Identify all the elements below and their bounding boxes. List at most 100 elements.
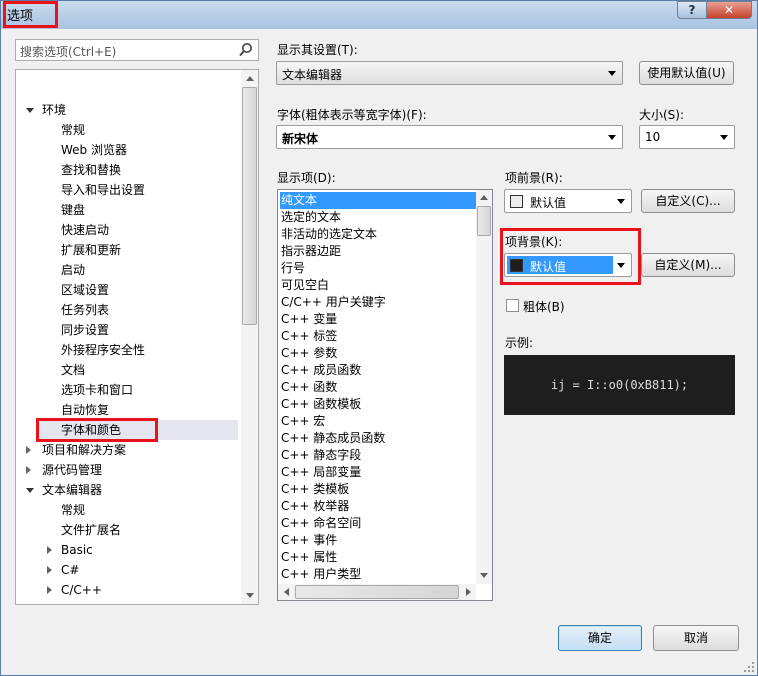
- tree-item[interactable]: CoffeeScript: [16, 600, 240, 604]
- display-list-item[interactable]: C++ 命名空间: [280, 515, 361, 532]
- collapsed-icon[interactable]: [47, 586, 52, 594]
- tree-item[interactable]: 文件扩展名: [16, 520, 240, 540]
- scroll-left-icon[interactable]: [283, 588, 291, 596]
- scroll-up-icon[interactable]: [246, 75, 254, 83]
- ok-button[interactable]: 确定: [558, 625, 642, 651]
- tree-item[interactable]: 选项卡和窗口: [16, 380, 240, 400]
- tree-item[interactable]: 外接程序安全性: [16, 340, 240, 360]
- display-list-item[interactable]: 可见空白: [280, 277, 329, 294]
- tree-item[interactable]: 查找和替换: [16, 160, 240, 180]
- background-custom-button[interactable]: 自定义(M)...: [641, 253, 735, 277]
- tree-item-label: 文件扩展名: [61, 523, 122, 537]
- tree-item-label: 查找和替换: [61, 163, 122, 177]
- tree-item-label: 键盘: [61, 203, 86, 217]
- tree-item[interactable]: 文档: [16, 360, 240, 380]
- tree-item[interactable]: 项目和解决方案: [16, 440, 240, 460]
- display-list-item[interactable]: 指示器边距: [280, 243, 341, 260]
- collapsed-icon[interactable]: [47, 566, 52, 574]
- tree-item[interactable]: C#: [16, 560, 240, 580]
- tree-item-label: 快速启动: [61, 223, 110, 237]
- foreground-combo[interactable]: 默认值: [504, 189, 632, 213]
- list-vscrollbar[interactable]: [476, 190, 492, 584]
- show-settings-combo[interactable]: 文本编辑器: [276, 61, 623, 85]
- display-list-item[interactable]: C++ 函数: [280, 379, 337, 396]
- options-tree[interactable]: 环境 常规 Web 浏览器 查找和替换 导入和导出设置 键盘 快速启动 扩展和更新 启动 区域设置…: [15, 69, 259, 605]
- dialog-body: 搜索选项(Ctrl+E) 环境 常规 Web 浏览器 查找和替换 导入和导出设置 键盘 快速…: [1, 29, 757, 675]
- expanded-icon[interactable]: [26, 108, 34, 113]
- collapsed-icon[interactable]: [47, 546, 52, 554]
- display-list-item[interactable]: C++ 宏: [280, 413, 325, 430]
- tree-item-label: 任务列表: [61, 303, 110, 317]
- tree-item[interactable]: 自动恢复: [16, 400, 240, 420]
- display-list-item[interactable]: C++ 函数模板: [280, 396, 361, 413]
- tree-item[interactable]: 常规: [16, 120, 240, 140]
- chevron-down-icon: [617, 199, 625, 204]
- display-list-item[interactable]: C++ 枚举器: [280, 498, 349, 515]
- display-list-item[interactable]: 纯文本: [280, 192, 476, 209]
- cancel-button[interactable]: 取消: [653, 625, 739, 651]
- tree-item[interactable]: 任务列表: [16, 300, 240, 320]
- scroll-right-icon[interactable]: [464, 588, 472, 596]
- resize-grip-icon[interactable]: [744, 662, 754, 672]
- expanded-icon[interactable]: [26, 488, 34, 493]
- tree-item[interactable]: 键盘: [16, 200, 240, 220]
- list-hscroll-thumb[interactable]: [295, 585, 459, 599]
- display-list-item[interactable]: C++ 局部变量: [280, 464, 361, 481]
- search-input[interactable]: 搜索选项(Ctrl+E): [15, 39, 259, 61]
- display-list-item[interactable]: C++ 类模板: [280, 481, 349, 498]
- tree-item[interactable]: 源代码管理: [16, 460, 240, 480]
- collapsed-icon[interactable]: [26, 446, 31, 454]
- tree-item[interactable]: C/C++: [16, 580, 240, 600]
- use-defaults-button[interactable]: 使用默认值(U): [639, 61, 734, 85]
- display-list-item[interactable]: C++ 标签: [280, 328, 337, 345]
- foreground-custom-button[interactable]: 自定义(C)...: [641, 189, 735, 213]
- display-list-item[interactable]: 选定的文本: [280, 209, 341, 226]
- tree-item[interactable]: Web 浏览器: [16, 140, 240, 160]
- sample-preview: ij = I::o0(0xB811);: [504, 355, 735, 415]
- display-list-item[interactable]: C++ 用户类型: [280, 566, 361, 583]
- display-list-item[interactable]: C++ 参数: [280, 345, 337, 362]
- list-hscrollbar[interactable]: [278, 584, 476, 600]
- bold-checkbox[interactable]: [506, 299, 519, 312]
- display-list-item[interactable]: C++ 成员函数: [280, 362, 361, 379]
- display-list-item[interactable]: C++ 变量: [280, 311, 337, 328]
- tree-item[interactable]: 同步设置: [16, 320, 240, 340]
- bold-label[interactable]: 粗体(B): [523, 298, 565, 315]
- search-placeholder: 搜索选项(Ctrl+E): [20, 45, 117, 59]
- display-list-item[interactable]: C++ 静态字段: [280, 447, 361, 464]
- display-items-list[interactable]: 纯文本 选定的文本 非活动的选定文本 指示器边距 行号 可见空白 C/C++ 用户关键字 C+…: [277, 189, 493, 601]
- tree-item-label: 导入和导出设置: [61, 183, 146, 197]
- display-list-item[interactable]: C++ 事件: [280, 532, 337, 549]
- tree-scroll-thumb[interactable]: [242, 87, 257, 325]
- tree-item[interactable]: 区域设置: [16, 280, 240, 300]
- tree-item[interactable]: 文本编辑器: [16, 480, 240, 500]
- tree-item[interactable]: 常规: [16, 500, 240, 520]
- tree-item[interactable]: Basic: [16, 540, 240, 560]
- scroll-up-icon[interactable]: [480, 194, 488, 202]
- display-list-item[interactable]: C/C++ 用户关键字: [280, 294, 386, 311]
- display-list-item[interactable]: 行号: [280, 260, 305, 277]
- list-scroll-thumb[interactable]: [477, 206, 491, 236]
- scroll-down-icon[interactable]: [480, 571, 488, 579]
- tree-item[interactable]: 扩展和更新: [16, 240, 240, 260]
- title-bar[interactable]: 选项 ? ✕: [1, 1, 757, 29]
- tree-item-label: Basic: [61, 543, 93, 557]
- help-button[interactable]: ?: [677, 1, 707, 19]
- font-combo[interactable]: 新宋体: [276, 125, 623, 149]
- display-list-item[interactable]: C++ 属性: [280, 549, 337, 566]
- foreground-swatch: [510, 195, 523, 208]
- tree-item[interactable]: 启动: [16, 260, 240, 280]
- display-list-item[interactable]: 非活动的选定文本: [280, 226, 377, 243]
- close-icon: ✕: [723, 3, 735, 17]
- search-icon[interactable]: [238, 42, 254, 58]
- tree-item[interactable]: 导入和导出设置: [16, 180, 240, 200]
- collapsed-icon[interactable]: [26, 466, 31, 474]
- close-button[interactable]: ✕: [706, 1, 752, 19]
- tree-item[interactable]: 环境: [16, 100, 240, 120]
- scroll-down-icon[interactable]: [246, 591, 254, 599]
- tree-item[interactable]: 快速启动: [16, 220, 240, 240]
- size-combo[interactable]: 10: [639, 125, 735, 149]
- tree-item-label: 启动: [61, 263, 86, 277]
- display-list-item[interactable]: C++ 静态成员函数: [280, 430, 385, 447]
- tree-vscrollbar[interactable]: [241, 70, 258, 604]
